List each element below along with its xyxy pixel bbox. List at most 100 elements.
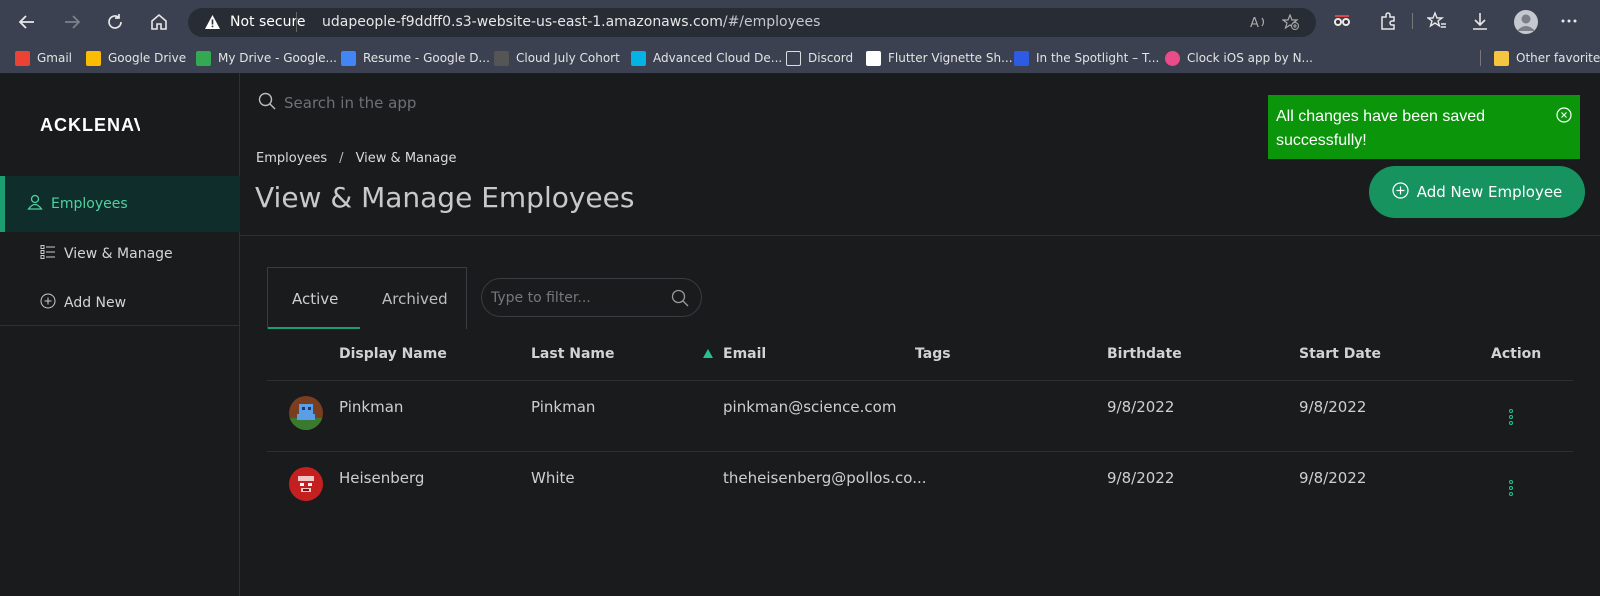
avatar <box>289 396 323 430</box>
udacity-icon <box>631 50 646 66</box>
downloads-icon[interactable] <box>1470 11 1490 35</box>
extensions-puzzle-icon[interactable] <box>1378 11 1398 35</box>
page-title: View & Manage Employees <box>255 181 635 214</box>
column-header-last-name[interactable]: Last Name <box>531 346 615 362</box>
list-icon <box>40 244 56 264</box>
browser-toolbar: Not secure udapeople-f9ddff0.s3-website-… <box>0 0 1600 42</box>
breadcrumb: Employees / View & Manage <box>256 151 456 166</box>
url-text[interactable]: udapeople-f9ddff0.s3-website-us-east-1.a… <box>322 14 820 30</box>
profile-avatar-icon[interactable] <box>1514 10 1538 38</box>
breadcrumb-employees[interactable]: Employees <box>256 151 327 166</box>
back-arrow-icon[interactable] <box>14 9 40 35</box>
header-divider <box>240 235 1600 236</box>
warning-icon[interactable] <box>204 14 221 34</box>
spotlight-icon <box>1014 50 1029 66</box>
bookmark-advanced-cloud[interactable]: Advanced Cloud De... <box>631 47 782 69</box>
cell-display-name: Heisenberg <box>339 469 425 487</box>
status-tabs: Active Archived <box>267 267 467 329</box>
sidebar-item-label: View & Manage <box>64 246 173 262</box>
kebab-menu-icon[interactable] <box>1509 409 1515 427</box>
add-button-label: Add New Employee <box>1416 183 1563 201</box>
bookmark-flutter-vignette[interactable]: Flutter Vignette Sh... <box>866 47 1013 69</box>
home-icon[interactable] <box>146 9 172 35</box>
cell-email: theheisenberg@pollos.co... <box>723 469 927 487</box>
kebab-menu-icon[interactable] <box>1509 480 1515 498</box>
column-header-birthdate[interactable]: Birthdate <box>1107 346 1182 362</box>
gmail-icon <box>15 50 30 66</box>
column-header-email[interactable]: Email <box>723 346 766 362</box>
app-search[interactable] <box>258 92 584 114</box>
plus-circle-icon <box>1392 181 1409 203</box>
person-icon <box>27 194 43 214</box>
search-input[interactable] <box>284 94 584 112</box>
page-icon <box>786 50 801 66</box>
app-sidebar: ACKLENAVENUE Employees View & Manage Add… <box>0 73 240 596</box>
bookmarks-divider <box>1480 50 1481 66</box>
breadcrumb-separator: / <box>339 151 344 166</box>
google-drive-icon <box>86 50 101 66</box>
sidebar-divider <box>0 325 240 326</box>
column-header-start-date[interactable]: Start Date <box>1299 346 1381 362</box>
bookmark-clock-ios[interactable]: Clock iOS app by N... <box>1165 47 1313 69</box>
bookmark-resume[interactable]: Resume - Google D... <box>341 47 490 69</box>
toast-message: All changes have been saved successfully… <box>1276 108 1486 149</box>
tab-archived[interactable]: Archived <box>382 290 448 308</box>
sort-ascending-icon[interactable] <box>703 349 713 358</box>
bookmarks-bar: Gmail Google Drive My Drive - Google... … <box>0 42 1600 73</box>
active-tab-indicator <box>268 327 360 329</box>
cell-birthdate: 9/8/2022 <box>1107 469 1175 487</box>
column-header-tags[interactable]: Tags <box>915 346 951 362</box>
refresh-icon[interactable] <box>102 9 128 35</box>
cell-birthdate: 9/8/2022 <box>1107 398 1175 416</box>
avatar <box>289 467 323 501</box>
url-host: udapeople-f9ddff0.s3-website-us-east-1.a… <box>322 14 723 30</box>
sidebar-item-label: Add New <box>64 295 127 311</box>
cell-display-name: Pinkman <box>339 398 404 416</box>
add-new-employee-button[interactable]: Add New Employee <box>1369 166 1585 218</box>
success-toast: All changes have been saved successfully… <box>1268 95 1580 159</box>
search-icon <box>671 289 689 311</box>
dribbble-icon <box>1165 50 1180 66</box>
url-divider <box>296 12 297 32</box>
filter-box[interactable] <box>481 278 702 317</box>
tab-active[interactable]: Active <box>292 290 338 308</box>
toolbar-divider <box>1412 13 1413 29</box>
other-favorites[interactable]: Other favorites <box>1494 47 1600 69</box>
cell-start-date: 9/8/2022 <box>1299 398 1367 416</box>
close-circle-icon[interactable] <box>1556 107 1572 131</box>
favorites-icon[interactable] <box>1425 11 1447 35</box>
more-options-icon[interactable] <box>1560 12 1578 34</box>
table-header-divider <box>267 380 1573 381</box>
cell-start-date: 9/8/2022 <box>1299 469 1367 487</box>
sidebar-item-employees[interactable]: Employees <box>0 176 240 232</box>
sidebar-item-add-new[interactable]: Add New <box>40 293 126 313</box>
bookmark-google-drive[interactable]: Google Drive <box>86 47 186 69</box>
not-secure-label[interactable]: Not secure <box>230 14 306 30</box>
logo: ACKLENAVENUE <box>40 115 140 135</box>
filter-input[interactable] <box>491 289 661 306</box>
bookmark-spotlight[interactable]: In the Spotlight – T... <box>1014 47 1159 69</box>
add-favorite-icon[interactable] <box>1281 13 1300 35</box>
address-bar[interactable]: Not secure udapeople-f9ddff0.s3-website-… <box>188 8 1316 37</box>
row-divider <box>267 451 1573 452</box>
bookmark-cloud-july[interactable]: Cloud July Cohort <box>494 47 620 69</box>
google-drive-icon <box>196 50 211 66</box>
cell-last-name: White <box>531 469 575 487</box>
sidebar-item-view-manage[interactable]: View & Manage <box>40 244 173 264</box>
bookmark-gmail[interactable]: Gmail <box>15 47 72 69</box>
bookmark-my-drive[interactable]: My Drive - Google... <box>196 47 337 69</box>
read-aloud-icon[interactable]: A <box>1250 14 1268 34</box>
forward-arrow-icon[interactable] <box>59 9 85 35</box>
column-header-action: Action <box>1491 346 1542 362</box>
google-docs-icon <box>341 50 356 66</box>
folder-icon <box>1494 50 1509 66</box>
bookmark-discord[interactable]: Discord <box>786 47 853 69</box>
column-header-display-name[interactable]: Display Name <box>339 346 447 362</box>
url-path: /#/employees <box>722 14 821 30</box>
cell-email: pinkman@science.com <box>723 398 897 416</box>
svg-text:A: A <box>1250 16 1259 30</box>
extension-glasses-icon[interactable] <box>1332 11 1352 35</box>
plus-circle-icon <box>40 293 56 313</box>
search-icon <box>258 92 276 114</box>
vignette-icon <box>866 50 881 66</box>
